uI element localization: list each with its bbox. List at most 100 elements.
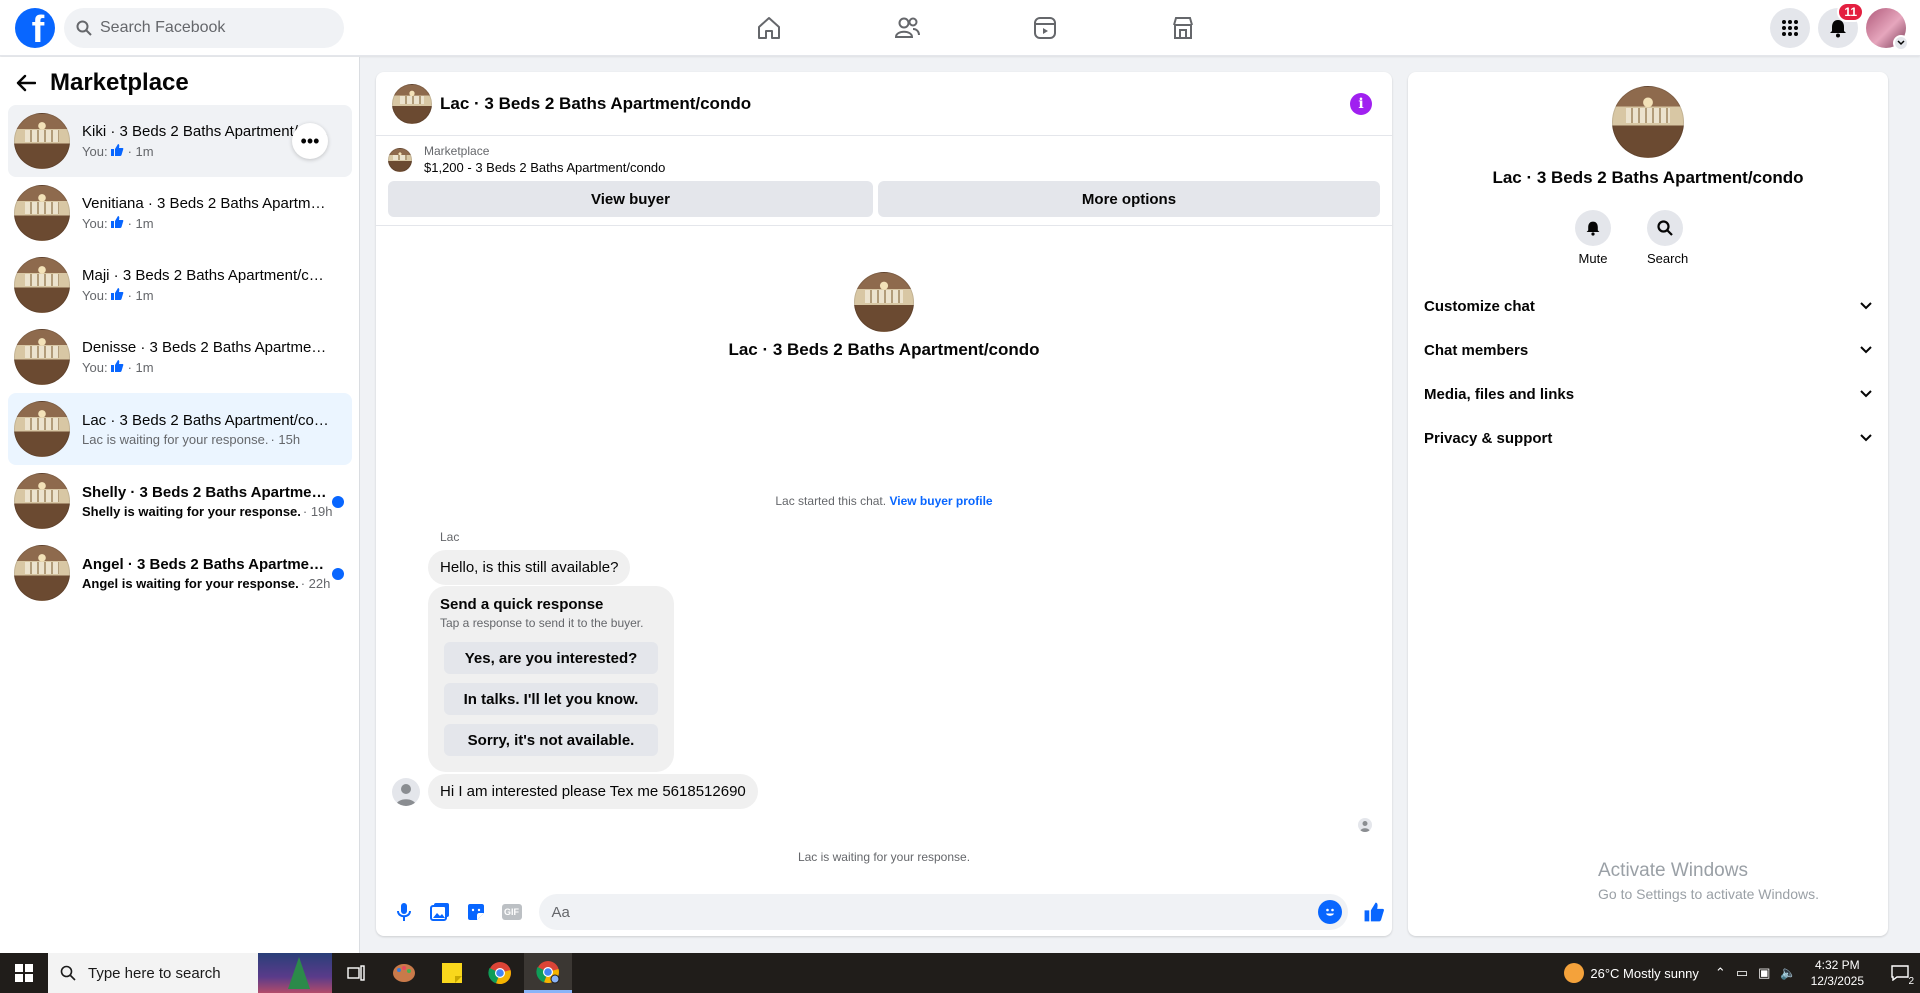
menu-button[interactable] <box>1770 8 1810 48</box>
tab-friends[interactable] <box>838 0 976 56</box>
tab-marketplace[interactable] <box>1114 0 1252 56</box>
microphone-icon[interactable] <box>386 894 422 930</box>
sidebar-title: Marketplace <box>50 69 189 96</box>
search-highlight-image[interactable] <box>258 953 332 993</box>
quick-response-not-available[interactable]: Sorry, it's not available. <box>444 724 658 756</box>
sender-name: Lac <box>440 530 460 544</box>
info-icon[interactable]: i <box>1350 93 1372 115</box>
facebook-logo-icon[interactable]: f <box>15 8 55 48</box>
taskbar-search[interactable] <box>48 953 258 993</box>
message-bubble-incoming: Hello, is this still available? <box>428 550 631 585</box>
chat-started-note: Lac started this chat. View buyer profil… <box>376 494 1392 508</box>
system-tray: 26°C Mostly sunny ⌃ ▭ ▣ 🔈 4:32 PM 12/3/2… <box>1564 953 1920 993</box>
conversation-name: Angel · 3 Beds 2 Baths Apartment/condo <box>82 555 332 573</box>
section-customize-chat[interactable]: Customize chat <box>1424 284 1872 328</box>
conversation-item-maji[interactable]: Maji · 3 Beds 2 Baths Apartment/condo Yo… <box>8 249 352 321</box>
marketplace-label: Marketplace <box>424 144 490 158</box>
section-media-files-links[interactable]: Media, files and links <box>1424 372 1872 416</box>
tray-icons: ⌃ ▭ ▣ 🔈 <box>1715 965 1797 981</box>
notification-badge: 11 <box>1837 2 1864 22</box>
emoji-icon[interactable] <box>1318 900 1343 924</box>
gif-icon[interactable]: GIF <box>494 894 530 930</box>
meet-icon[interactable]: ▭ <box>1736 965 1748 981</box>
conversation-item-shelly[interactable]: Shelly · 3 Beds 2 Baths Apartment/condo … <box>8 465 352 537</box>
taskbar-search-input[interactable] <box>88 964 238 982</box>
task-view-icon[interactable] <box>332 953 380 993</box>
listing-price-title[interactable]: $1,200 - 3 Beds 2 Baths Apartment/condo <box>424 160 665 175</box>
clock[interactable]: 4:32 PM 12/3/2025 <box>1811 957 1864 989</box>
listing-thumbnail <box>14 329 70 385</box>
chevron-down-icon <box>1860 434 1872 442</box>
conversation-preview: You: <box>82 215 108 231</box>
profile-avatar[interactable] <box>1866 8 1909 51</box>
section-chat-members[interactable]: Chat members <box>1424 328 1872 372</box>
main-nav-tabs <box>700 0 1252 56</box>
network-icon[interactable]: ▣ <box>1758 965 1770 981</box>
chat-details-panel: Lac · 3 Beds 2 Baths Apartment/condo Mut… <box>1408 72 1888 936</box>
weather-widget[interactable]: 26°C Mostly sunny <box>1564 963 1699 983</box>
windows-start-icon[interactable] <box>0 953 48 993</box>
conversation-name: Shelly · 3 Beds 2 Baths Apartment/condo <box>82 483 332 501</box>
marketplace-listing-bar: Marketplace $1,200 - 3 Beds 2 Baths Apar… <box>376 136 1392 226</box>
like-icon <box>110 143 124 160</box>
conversation-preview: You: <box>82 143 108 159</box>
conversation-more-button[interactable]: ••• <box>292 123 328 159</box>
chevron-down-icon <box>1860 390 1872 398</box>
bell-icon <box>1586 221 1600 236</box>
section-privacy-support[interactable]: Privacy & support <box>1424 416 1872 460</box>
quick-response-in-talks[interactable]: In talks. I'll let you know. <box>444 683 658 715</box>
chevron-up-icon[interactable]: ⌃ <box>1715 965 1726 981</box>
message-input-wrapper[interactable] <box>539 894 1349 930</box>
listing-thumbnail <box>14 113 70 169</box>
conversation-item-denisse[interactable]: Denisse · 3 Beds 2 Baths Apartment/condo… <box>8 321 352 393</box>
tab-video[interactable] <box>976 0 1114 56</box>
sticker-icon[interactable] <box>458 894 494 930</box>
conversation-name: Venitiana · 3 Beds 2 Baths Apartment/con… <box>82 194 332 212</box>
conversation-item-venitiana[interactable]: Venitiana · 3 Beds 2 Baths Apartment/con… <box>8 177 352 249</box>
search-icon <box>76 20 92 36</box>
clock-date: 12/3/2025 <box>1810 974 1864 988</box>
unread-indicator <box>332 496 344 508</box>
conversation-time: · 22h <box>300 575 331 591</box>
mute-label: Mute <box>1578 251 1608 266</box>
action-center-icon[interactable]: 2 <box>1880 953 1920 993</box>
tab-home[interactable] <box>700 0 838 56</box>
quick-response-yes[interactable]: Yes, are you interested? <box>444 642 658 674</box>
sticky-notes-icon[interactable] <box>428 953 476 993</box>
more-options-button[interactable]: More options <box>878 181 1380 217</box>
intro-avatar <box>854 272 914 332</box>
paint-app-icon[interactable] <box>380 953 428 993</box>
conversation-item-lac[interactable]: Lac · 3 Beds 2 Baths Apartment/condo Lac… <box>8 393 352 465</box>
search-icon <box>1657 220 1673 236</box>
message-input[interactable] <box>551 903 1292 921</box>
photo-icon[interactable] <box>422 894 458 930</box>
details-name: Lac · 3 Beds 2 Baths Apartment/condo <box>1492 168 1804 187</box>
notifications-button[interactable]: 11 <box>1818 2 1864 48</box>
view-buyer-button[interactable]: View buyer <box>388 181 873 217</box>
unread-indicator <box>332 568 344 580</box>
view-buyer-profile-link[interactable]: View buyer profile <box>889 494 992 508</box>
chrome-profile-icon[interactable] <box>524 953 572 993</box>
conversation-item-kiki[interactable]: Kiki · 3 Beds 2 Baths Apartment/condo Yo… <box>8 105 352 177</box>
like-icon <box>110 287 124 304</box>
conversation-time: · 1m <box>127 359 154 375</box>
windows-taskbar: 26°C Mostly sunny ⌃ ▭ ▣ 🔈 4:32 PM 12/3/2… <box>0 953 1920 993</box>
thumbs-up-send-icon[interactable] <box>1356 894 1392 930</box>
conversation-time: · 19h <box>302 503 332 519</box>
back-arrow-icon[interactable] <box>16 74 36 92</box>
chrome-icon[interactable] <box>476 953 524 993</box>
chat-title[interactable]: Lac · 3 Beds 2 Baths Apartment/condo <box>440 94 751 114</box>
listing-thumbnail <box>14 401 70 457</box>
facebook-search[interactable] <box>64 8 344 48</box>
conversation-name: Denisse · 3 Beds 2 Baths Apartment/condo <box>82 338 332 356</box>
search-input[interactable] <box>100 19 320 37</box>
buyer-avatar[interactable] <box>392 778 420 806</box>
gif-label: GIF <box>501 904 522 920</box>
search-chat-button[interactable]: Search <box>1647 210 1688 266</box>
mute-button[interactable]: Mute <box>1575 210 1611 266</box>
chat-avatar[interactable] <box>392 83 432 124</box>
quick-response-subtitle: Tap a response to send it to the buyer. <box>440 616 644 630</box>
chevron-down-icon <box>1860 346 1872 354</box>
conversation-item-angel[interactable]: Angel · 3 Beds 2 Baths Apartment/condo A… <box>8 537 352 609</box>
volume-icon[interactable]: 🔈 <box>1780 965 1796 981</box>
